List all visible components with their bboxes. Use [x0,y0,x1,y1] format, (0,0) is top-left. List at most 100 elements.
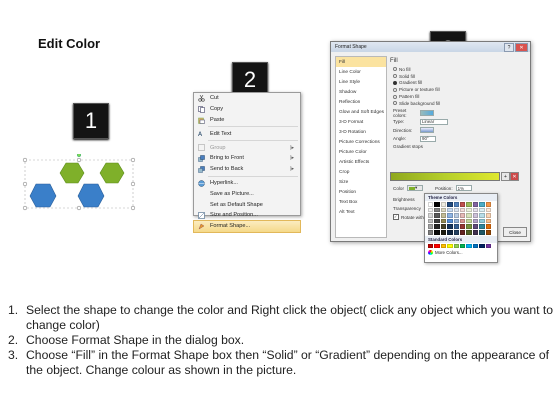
color-swatch[interactable] [447,218,453,224]
menu-item-copy[interactable]: Copy [194,104,300,115]
close-window-button[interactable]: ✕ [515,43,528,52]
color-swatch[interactable] [428,243,434,249]
menu-item-cut[interactable]: Cut [194,93,300,104]
hexagon-shape-group[interactable] [22,154,137,212]
category-picture-color[interactable]: Picture Color [336,147,386,157]
color-swatch[interactable] [440,243,447,249]
color-swatch[interactable] [472,224,479,229]
radio-picture-fill[interactable]: Picture or texture fill [393,86,526,93]
color-swatch[interactable] [428,213,434,218]
color-swatch[interactable] [434,207,440,213]
color-swatch[interactable] [459,202,466,207]
hexagon-green-2[interactable] [99,162,125,184]
color-swatch[interactable] [428,224,434,229]
category-reflection[interactable]: Reflection [336,97,386,107]
color-swatch[interactable] [472,202,479,207]
category-shadow[interactable]: Shadow [336,87,386,97]
hexagon-blue-2[interactable] [77,183,105,208]
category-3d-format[interactable]: 3-D Format [336,117,386,127]
color-swatch[interactable] [459,218,466,224]
color-swatch[interactable] [479,213,485,218]
radio-pattern-fill[interactable]: Pattern fill [393,93,526,100]
color-swatch[interactable] [447,213,453,218]
category-line-style[interactable]: Line Style [336,77,386,87]
color-swatch[interactable] [466,229,472,235]
color-swatch[interactable] [479,224,485,229]
color-swatch[interactable] [453,207,459,213]
color-swatch[interactable] [459,243,466,249]
color-swatch[interactable] [466,202,472,207]
color-swatch[interactable] [453,202,459,207]
color-swatch[interactable] [434,224,440,229]
menu-item-save-as-picture[interactable]: Save as Picture... [194,188,300,199]
color-swatch[interactable] [479,218,485,224]
color-swatch[interactable] [453,218,459,224]
menu-item-edit-text[interactable]: A Edit Text [194,128,300,139]
close-button[interactable]: Close [503,227,527,237]
category-artistic-effects[interactable]: Artistic Effects [336,157,386,167]
remove-stop-button[interactable]: ✕ [510,172,519,181]
color-swatch[interactable] [485,202,491,207]
color-swatch[interactable] [472,229,479,235]
color-swatch[interactable] [434,229,440,235]
color-swatch[interactable] [447,229,453,235]
radio-no-fill[interactable]: No fill [393,66,526,73]
color-swatch[interactable] [459,224,466,229]
color-swatch[interactable] [428,218,434,224]
color-swatch[interactable] [485,218,491,224]
category-position[interactable]: Position [336,187,386,197]
color-swatch[interactable] [479,243,485,249]
color-swatch[interactable] [440,229,447,235]
menu-item-format-shape[interactable]: Format Shape... [193,219,301,233]
help-button[interactable]: ? [504,43,514,52]
color-swatch[interactable] [479,229,485,235]
color-swatch[interactable] [459,207,466,213]
category-text-box[interactable]: Text Box [336,197,386,207]
color-swatch[interactable] [447,243,453,249]
color-swatch[interactable] [453,229,459,235]
color-swatch[interactable] [485,229,491,235]
category-3d-rotation[interactable]: 3-D Rotation [336,127,386,137]
color-swatch[interactable] [447,207,453,213]
color-swatch[interactable] [453,243,459,249]
preset-colors-dropdown[interactable] [420,110,434,117]
category-line-color[interactable]: Line Color [336,67,386,77]
color-swatch[interactable] [485,213,491,218]
type-dropdown[interactable]: Linear [420,118,448,125]
color-swatch[interactable] [440,202,447,207]
category-size[interactable]: Size [336,177,386,187]
color-swatch[interactable] [479,207,485,213]
color-dropdown[interactable]: ▾ [407,185,423,192]
radio-solid-fill[interactable]: Solid fill [393,73,526,80]
color-swatch[interactable] [466,207,472,213]
color-swatch[interactable] [485,224,491,229]
color-swatch[interactable] [440,224,447,229]
color-swatch[interactable] [440,213,447,218]
color-swatch[interactable] [434,213,440,218]
position-input[interactable]: 1% [455,185,472,192]
hexagon-green-1[interactable] [59,162,85,184]
color-swatch[interactable] [440,218,447,224]
category-crop[interactable]: Crop [336,167,386,177]
direction-dropdown[interactable] [420,127,434,134]
menu-item-set-default-shape[interactable]: Set as Default Shape [194,199,300,210]
color-swatch[interactable] [428,207,434,213]
color-swatch[interactable] [459,213,466,218]
category-picture-corrections[interactable]: Picture Corrections [336,137,386,147]
radio-slide-background-fill[interactable]: Slide background fill [393,100,526,107]
category-alt-text[interactable]: Alt Text [336,207,386,217]
color-swatch[interactable] [472,207,479,213]
color-swatch[interactable] [447,202,453,207]
color-swatch[interactable] [440,207,447,213]
color-swatch[interactable] [485,243,491,249]
color-swatch[interactable] [479,202,485,207]
color-swatch[interactable] [485,207,491,213]
menu-item-paste[interactable]: Paste [194,115,300,126]
color-swatch[interactable] [459,229,466,235]
gradient-stops-bar[interactable] [390,172,500,181]
angle-input[interactable]: 90° [420,135,436,142]
rotate-handle[interactable] [76,154,82,158]
menu-item-hyperlink[interactable]: Hyperlink... [194,178,300,189]
color-swatch[interactable] [472,243,479,249]
color-swatch[interactable] [453,224,459,229]
